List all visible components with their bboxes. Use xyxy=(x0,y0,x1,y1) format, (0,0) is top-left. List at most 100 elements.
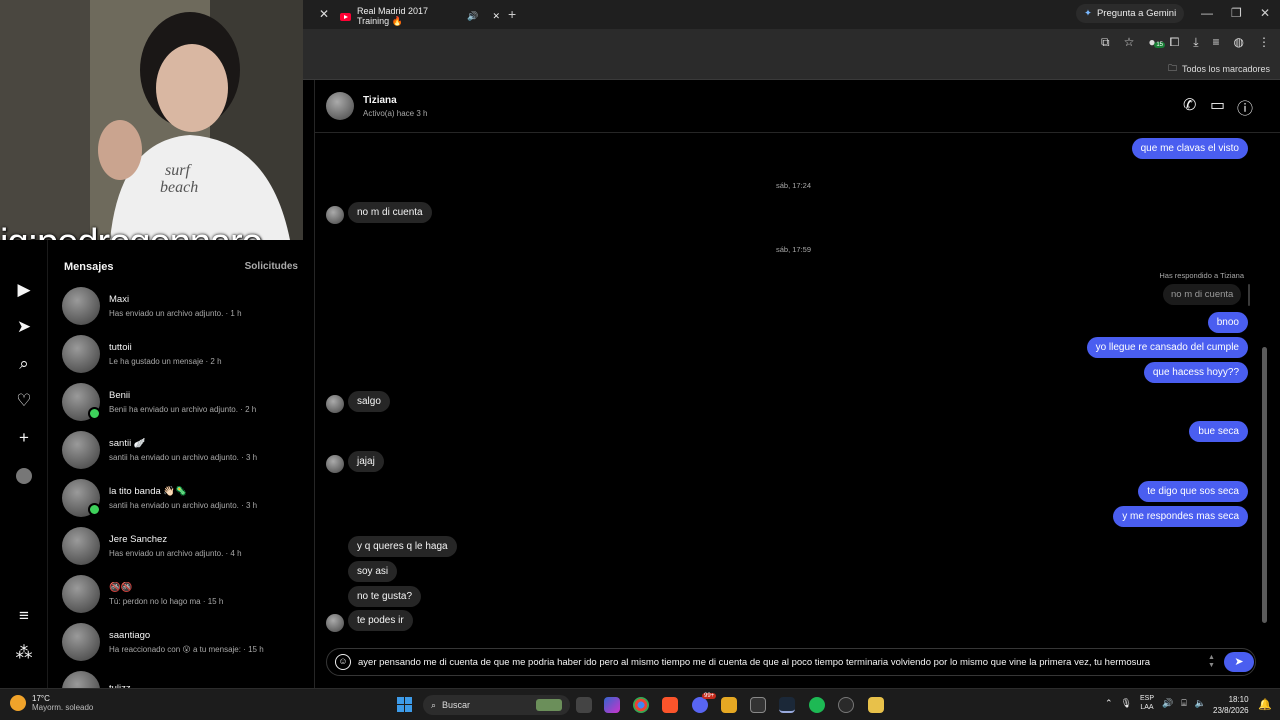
speaker-icon[interactable]: 🔊 xyxy=(467,11,478,22)
conversation-preview: Tú: perdon no lo hago ma · 15 h xyxy=(109,597,224,606)
chevron-up-icon[interactable]: ⌃ xyxy=(1105,698,1113,709)
brave-icon[interactable] xyxy=(662,697,678,713)
chat-panel xyxy=(303,80,1280,688)
gemini-button[interactable]: ✦ Pregunta a Gemini xyxy=(1076,4,1185,23)
reels-icon[interactable]: ▶ xyxy=(14,280,34,300)
maximize-icon[interactable]: ❐ xyxy=(1231,6,1242,20)
chrome-icon[interactable] xyxy=(633,697,649,713)
menu-icon[interactable]: ≡ xyxy=(14,606,34,626)
message-sent[interactable]: y me respondes mas seca xyxy=(1113,506,1248,527)
conversation-item[interactable]: Benii Benii ha enviado un archivo adjunto… xyxy=(62,378,302,426)
contact-status: Activo(a) hace 3 h xyxy=(363,109,428,118)
conversation-item[interactable]: Maxi Has enviado un archivo adjunto. · 1 … xyxy=(62,282,302,330)
plus-icon[interactable]: + xyxy=(14,428,34,448)
emoji-icon[interactable]: ☺ xyxy=(335,654,351,670)
conversation-item[interactable]: 🚳🚳 Tú: perdon no lo hago ma · 15 h xyxy=(62,570,302,618)
spotify-icon[interactable] xyxy=(809,697,825,713)
plus-icon[interactable]: + xyxy=(508,6,516,22)
message-sent[interactable]: bue seca xyxy=(1189,421,1248,442)
youtube-icon xyxy=(340,12,351,21)
stepper-icon[interactable]: ▲ ▼ xyxy=(1208,654,1215,670)
message-received[interactable]: y q queres q le haga xyxy=(348,536,457,557)
folder-icon[interactable] xyxy=(721,697,737,713)
avatar[interactable] xyxy=(16,468,32,484)
queue-icon[interactable]: ≡ xyxy=(1213,35,1220,50)
taskbar-search[interactable]: ⌕ Buscar xyxy=(423,695,570,715)
conversation-item[interactable]: saantiago Ha reaccionado con 😮 a tu mensa… xyxy=(62,618,302,666)
clock[interactable]: 18:10 23/8/2026 xyxy=(1213,694,1249,716)
close-icon[interactable]: ✕ xyxy=(1260,6,1270,20)
conversation-item[interactable]: Jere Sanchez Has enviado un archivo adjun… xyxy=(62,522,302,570)
avatar xyxy=(62,287,100,325)
download-icon[interactable]: ⤓ xyxy=(1193,35,1198,50)
send-button[interactable]: ➤ xyxy=(1224,652,1254,672)
scrollbar[interactable] xyxy=(1262,347,1267,623)
conversation-name: 🚳🚳 xyxy=(109,582,133,593)
message-received[interactable]: soy asi xyxy=(348,561,398,582)
conversation-name: santii 🪽 xyxy=(109,438,146,449)
search-highlight-icon xyxy=(536,699,562,711)
volume-icon[interactable]: 🔈 xyxy=(1195,698,1206,709)
windows-taskbar: 17°C Mayorm. soleado ⌕ Buscar 99+ ⌃ 🎙 ES… xyxy=(0,688,1280,720)
game-icon[interactable] xyxy=(868,697,884,713)
language-indicator[interactable]: ESP LAA xyxy=(1140,694,1154,712)
weather-widget[interactable]: 17°C Mayorm. soleado xyxy=(10,694,93,712)
start-button[interactable] xyxy=(397,697,412,712)
profile-icon[interactable]: ◍ xyxy=(1234,35,1244,50)
close-icon[interactable]: ✕ xyxy=(319,7,329,21)
message-sent[interactable]: te digo que sos seca xyxy=(1138,481,1248,502)
bell-icon[interactable]: 🔔 xyxy=(1258,698,1272,711)
kebab-menu-icon[interactable]: ⋮ xyxy=(1258,35,1270,50)
conversation-list: Mensajes Solicitudes Maxi Has enviado un … xyxy=(48,240,303,709)
message-received[interactable]: salgo xyxy=(348,391,390,412)
message-received[interactable]: te podes ir xyxy=(348,610,413,631)
message-sent[interactable]: que me clavas el visto xyxy=(1131,138,1248,159)
contact-avatar[interactable] xyxy=(326,92,354,120)
microphone-icon[interactable]: 🎙 xyxy=(1121,698,1132,709)
reply-quote[interactable]: no m di cuenta xyxy=(1163,284,1242,305)
puzzle-icon[interactable]: ⧠ xyxy=(1170,35,1180,50)
conversation-item[interactable]: tuttoii Le ha gustado un mensaje · 2 h xyxy=(62,330,302,378)
copilot-icon[interactable] xyxy=(604,697,620,713)
conversation-preview: santii ha enviado un archivo adjunto. · … xyxy=(109,501,258,510)
heart-icon[interactable]: ♡ xyxy=(14,391,34,411)
conversation-item[interactable]: santii 🪽 santii ha enviado un archivo adj… xyxy=(62,426,302,474)
speaker-icon[interactable]: 🔊 xyxy=(1162,698,1173,709)
all-bookmarks-button[interactable]: 🗀 Todos los marcadores xyxy=(1168,61,1270,77)
phone-icon[interactable]: ✆ xyxy=(1183,95,1196,115)
apps-icon[interactable]: ⁂ xyxy=(14,643,34,663)
conversation-name: Maxi xyxy=(109,294,130,305)
message-sent[interactable]: que hacess hoyy?? xyxy=(1143,362,1248,383)
conversation-preview: Has enviado un archivo adjunto. · 4 h xyxy=(109,549,242,558)
paper-plane-icon[interactable]: ➤ xyxy=(14,317,34,337)
contact-avatar xyxy=(326,395,344,413)
message-received[interactable]: jajaj xyxy=(348,451,384,472)
task-view-icon[interactable] xyxy=(576,697,592,713)
screen: ✕ Real Madrid 2017 Training 🔥 🔊 ✕ + ✦ Pr… xyxy=(0,0,1280,720)
conversation-item[interactable]: la tito banda 👋🏻🦠 santii ha enviado un ar… xyxy=(62,474,302,522)
message-input[interactable] xyxy=(358,657,1208,668)
video-icon[interactable]: ▭ xyxy=(1210,95,1225,115)
contact-avatar xyxy=(326,614,344,632)
message-received[interactable]: no te gusta? xyxy=(348,586,422,607)
star-icon[interactable]: ☆ xyxy=(1124,35,1135,50)
extension-icon[interactable]: ● 15 xyxy=(1148,35,1166,50)
info-icon[interactable]: ⓘ xyxy=(1237,95,1253,119)
epic-games-icon[interactable] xyxy=(750,697,766,713)
cast-icon[interactable]: ⧉ xyxy=(1101,35,1110,50)
minimize-icon[interactable]: — xyxy=(1201,6,1213,20)
contact-name[interactable]: Tiziana xyxy=(363,95,397,106)
discord-icon[interactable] xyxy=(692,697,708,713)
conversation-name: la tito banda 👋🏻🦠 xyxy=(109,486,188,497)
browser-tab[interactable]: Real Madrid 2017 Training 🔥 🔊 ✕ xyxy=(340,4,500,29)
steam-icon[interactable] xyxy=(779,697,795,713)
search-icon: ⌕ xyxy=(431,699,437,710)
message-received[interactable]: no m di cuenta xyxy=(348,202,432,223)
app-icon[interactable] xyxy=(838,697,854,713)
search-icon[interactable]: ⌕ xyxy=(14,354,34,374)
message-sent[interactable]: bnoo xyxy=(1207,312,1248,333)
close-icon[interactable]: ✕ xyxy=(492,11,500,22)
network-icon[interactable]: ⌸ xyxy=(1181,698,1186,709)
requests-link[interactable]: Solicitudes xyxy=(245,261,298,272)
message-sent[interactable]: yo llegue re cansado del cumple xyxy=(1086,337,1248,358)
